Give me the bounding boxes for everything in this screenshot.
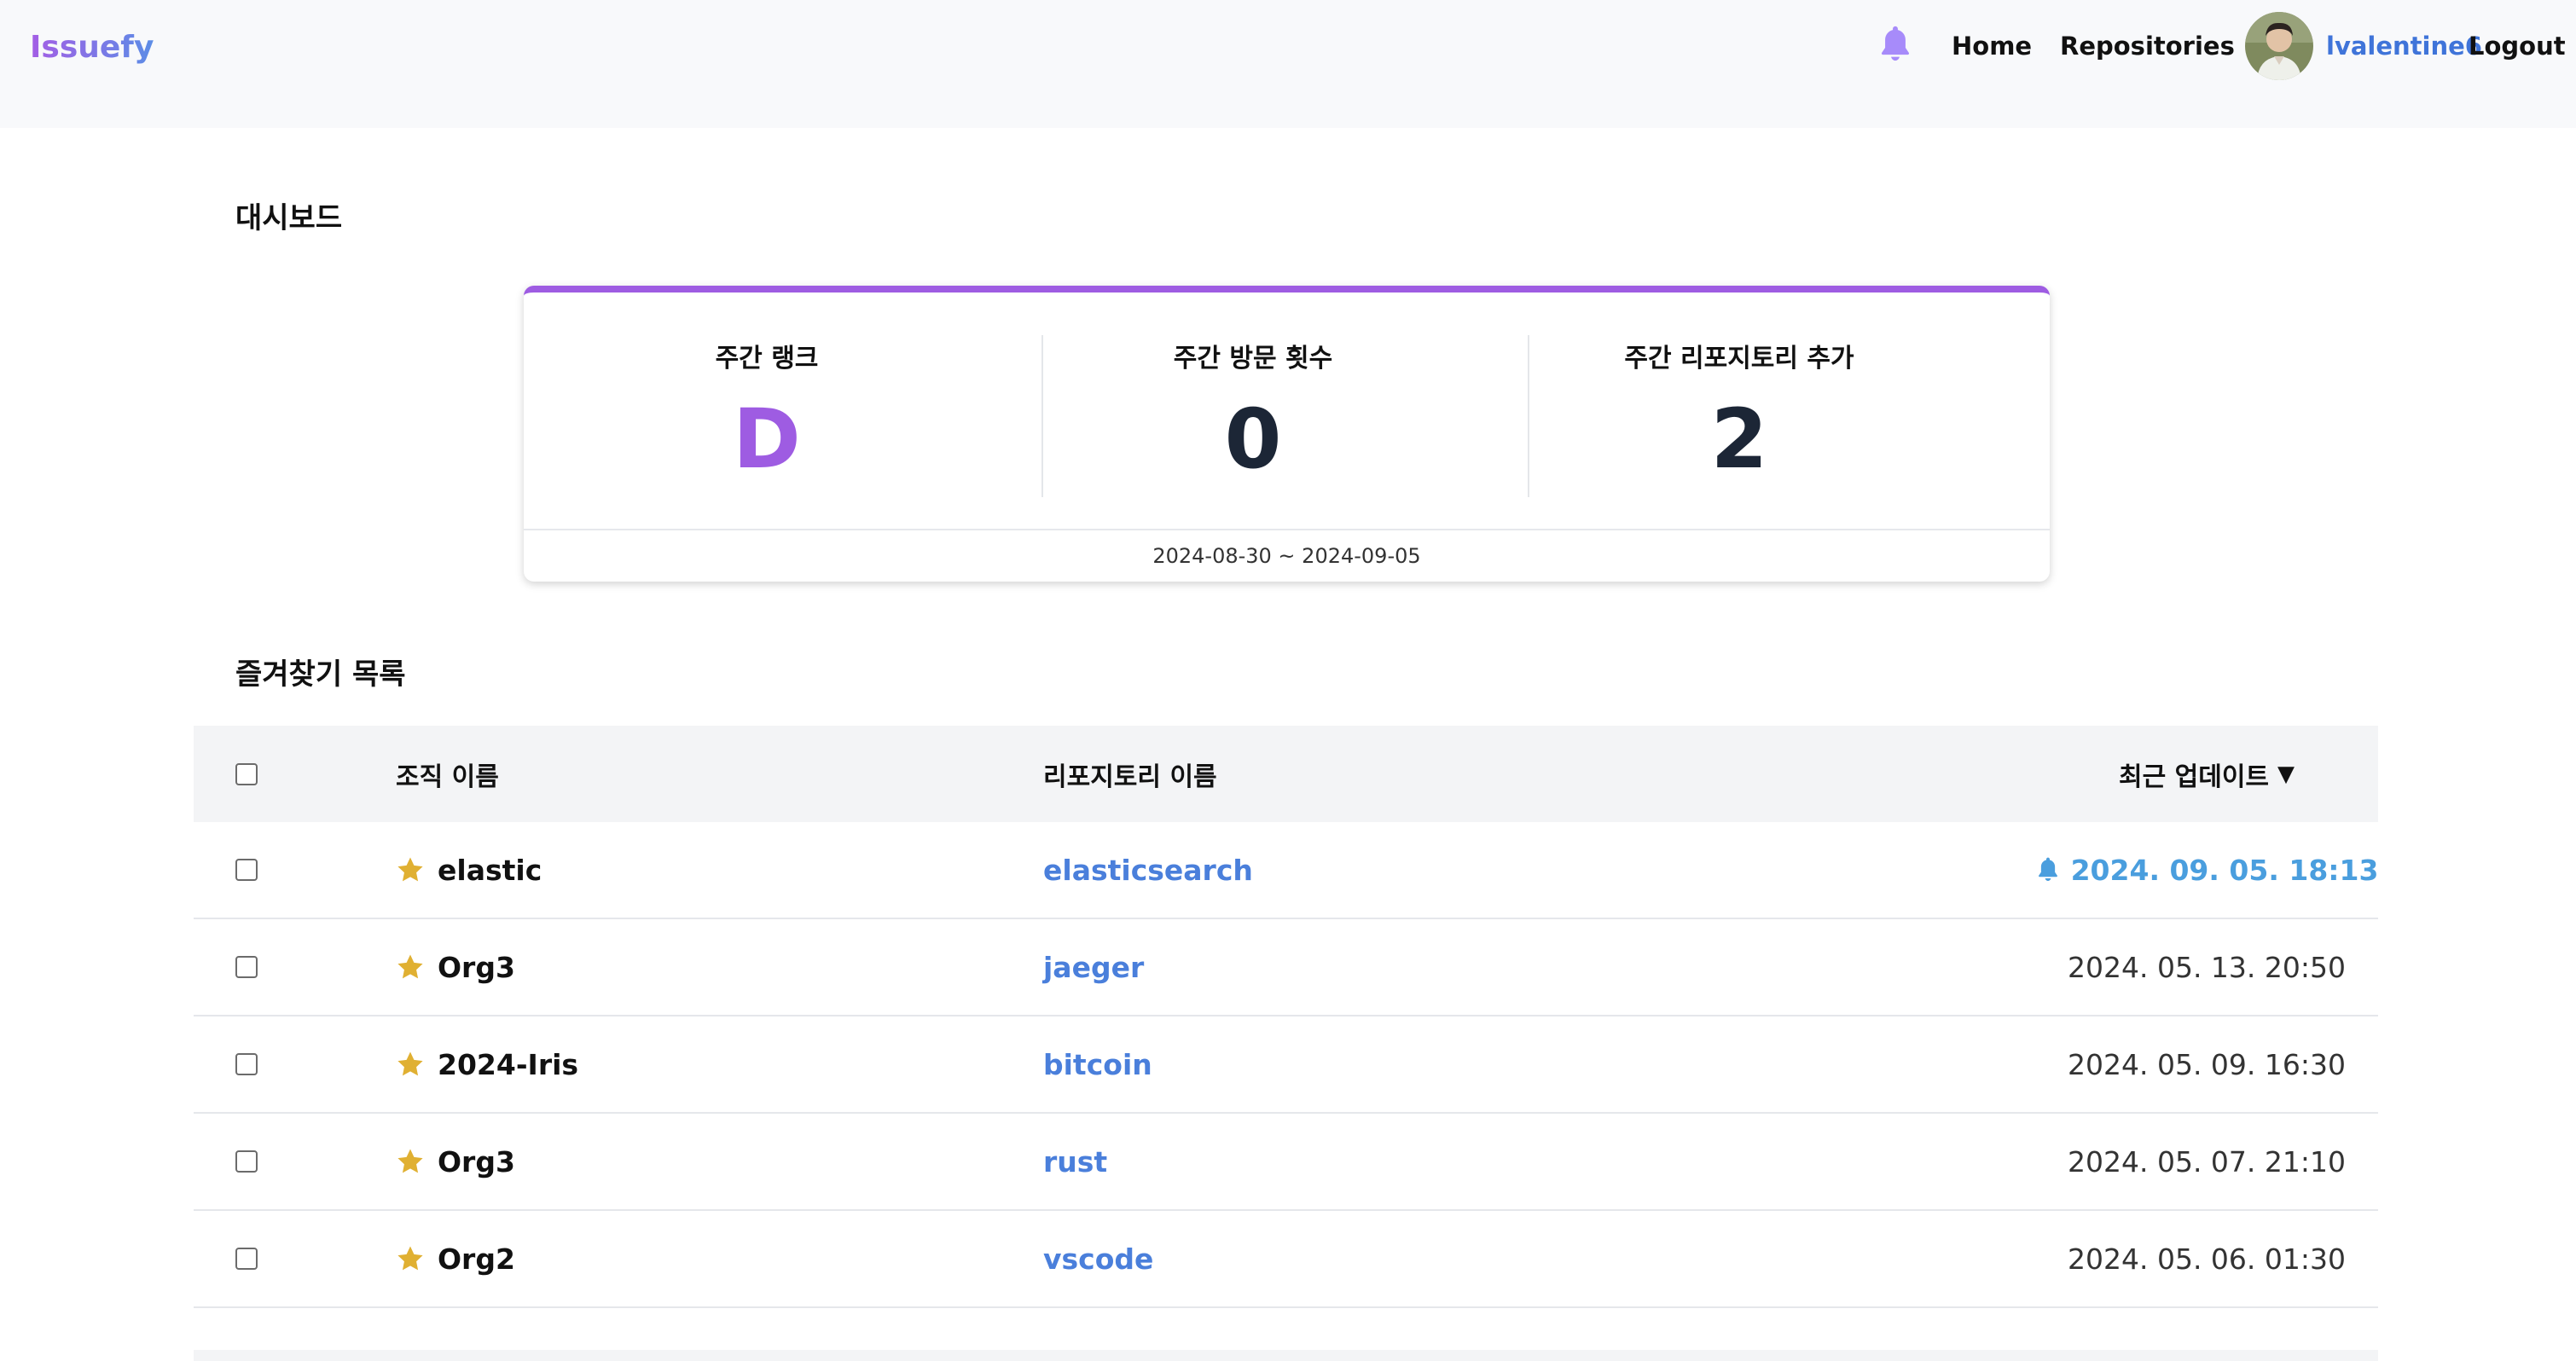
favorites-table: 조직 이름 리포지토리 이름 최근 업데이트 ▼ elastic elastic… (194, 726, 2378, 1308)
notification-bell-button[interactable] (1877, 24, 1914, 65)
org-cell: Org2 (396, 1211, 993, 1306)
star-icon[interactable] (396, 1147, 425, 1176)
org-cell: 2024-Iris (396, 1016, 993, 1112)
table-header: 조직 이름 리포지토리 이름 최근 업데이트 ▼ (194, 726, 2378, 822)
nav-home-link[interactable]: Home (1952, 26, 2032, 67)
star-icon[interactable] (396, 953, 425, 982)
repo-link[interactable]: bitcoin (1043, 1048, 1152, 1081)
sort-desc-icon: ▼ (2277, 761, 2295, 787)
row-checkbox[interactable] (235, 859, 258, 881)
table-row: Org3 jaeger 2024. 05. 13. 20:50 (194, 919, 2378, 1016)
column-header-updated-sort[interactable]: 최근 업데이트 ▼ (1703, 726, 2576, 822)
star-icon[interactable] (396, 855, 425, 884)
bell-icon (2038, 857, 2057, 881)
repo-cell: rust (1043, 1114, 1726, 1209)
row-select-cell (235, 1114, 270, 1209)
star-icon[interactable] (396, 1244, 425, 1273)
updated-cell: 2024. 05. 13. 20:50 (1703, 919, 2576, 1015)
org-cell: Org3 (396, 919, 993, 1015)
top-navbar: Issuefy Home Repositories lvalentine6 Lo… (0, 0, 2576, 128)
updated-cell: 2024. 05. 06. 01:30 (1703, 1211, 2576, 1306)
logout-button[interactable]: Logout (2469, 26, 2566, 67)
stats-date-range: 2024-08-30 ~ 2024-09-05 (524, 529, 2050, 582)
updated-date: 2024. 05. 06. 01:30 (2067, 1242, 2346, 1276)
stat-value: D (733, 391, 801, 487)
org-name: 2024-Iris (438, 1047, 579, 1081)
row-select-cell (235, 1016, 270, 1112)
updated-date: 2024. 05. 13. 20:50 (2067, 950, 2346, 984)
row-select-cell (235, 822, 270, 918)
column-header-org: 조직 이름 (396, 726, 993, 822)
repo-cell: elasticsearch (1043, 822, 1726, 918)
table-row: Org3 rust 2024. 05. 07. 21:10 (194, 1114, 2378, 1211)
nav-repositories-link[interactable]: Repositories (2060, 26, 2235, 67)
app-logo[interactable]: Issuefy (30, 24, 154, 72)
row-select-cell (235, 1211, 270, 1306)
table-row: Org2 vscode 2024. 05. 06. 01:30 (194, 1211, 2378, 1308)
star-icon[interactable] (396, 1050, 425, 1079)
select-all-cell (235, 726, 270, 822)
org-name: Org3 (438, 950, 515, 984)
row-checkbox[interactable] (235, 1248, 258, 1270)
repo-cell: bitcoin (1043, 1016, 1726, 1112)
updated-cell: 2024. 05. 09. 16:30 (1703, 1016, 2576, 1112)
column-header-repo: 리포지토리 이름 (1043, 726, 1726, 822)
repo-cell: vscode (1043, 1211, 1726, 1306)
bell-icon (1881, 26, 1910, 61)
stat-label: 주간 리포지토리 추가 (1624, 344, 1854, 374)
org-name: Org3 (438, 1144, 515, 1179)
select-all-checkbox[interactable] (235, 762, 258, 785)
stat-weekly-rank: 주간 랭크 D (524, 292, 1010, 529)
updated-cell: 2024. 09. 05. 18:13 (1703, 822, 2576, 918)
dashboard-title: 대시보드 (235, 201, 343, 235)
repo-link[interactable]: vscode (1043, 1242, 1153, 1276)
stat-label: 주간 방문 횟수 (1173, 344, 1333, 374)
repo-link[interactable]: jaeger (1043, 951, 1144, 984)
stat-value: 2 (1710, 391, 1768, 487)
row-checkbox[interactable] (235, 1053, 258, 1075)
updated-date: 2024. 09. 05. 18:13 (2070, 853, 2379, 887)
avatar-image (2245, 12, 2313, 80)
org-cell: Org3 (396, 1114, 993, 1209)
column-header-label: 조직 이름 (396, 762, 499, 792)
repo-cell: jaeger (1043, 919, 1726, 1015)
table-row: elastic elasticsearch 2024. 09. 05. 18:1… (194, 822, 2378, 919)
repo-link[interactable]: elasticsearch (1043, 854, 1253, 887)
row-checkbox[interactable] (235, 956, 258, 978)
repo-link[interactable]: rust (1043, 1145, 1107, 1179)
row-select-cell (235, 919, 270, 1015)
updated-date: 2024. 05. 09. 16:30 (2067, 1047, 2346, 1081)
weekly-stats-card: 주간 랭크 D 주간 방문 횟수 0 주간 리포지토리 추가 2 2024-08… (524, 286, 2050, 582)
org-cell: elastic (396, 822, 993, 918)
updated-cell: 2024. 05. 07. 21:10 (1703, 1114, 2576, 1209)
username-link[interactable]: lvalentine6 (2326, 26, 2482, 67)
favorites-title: 즐겨찾기 목록 (235, 657, 406, 692)
org-name: Org2 (438, 1242, 515, 1276)
row-checkbox[interactable] (235, 1150, 258, 1173)
user-avatar[interactable] (2245, 12, 2313, 80)
column-header-label: 최근 업데이트 (2118, 762, 2270, 792)
stat-weekly-visits: 주간 방문 횟수 0 (1010, 292, 1496, 529)
column-header-label: 리포지토리 이름 (1043, 762, 1217, 792)
stat-weekly-repos-added: 주간 리포지토리 추가 2 (1496, 292, 1982, 529)
stat-value: 0 (1224, 391, 1282, 487)
stat-label: 주간 랭크 (715, 344, 819, 374)
updated-date: 2024. 05. 07. 21:10 (2067, 1144, 2346, 1179)
table-row: 2024-Iris bitcoin 2024. 05. 09. 16:30 (194, 1016, 2378, 1114)
table-footer-strip (194, 1350, 2378, 1361)
org-name: elastic (438, 853, 542, 887)
